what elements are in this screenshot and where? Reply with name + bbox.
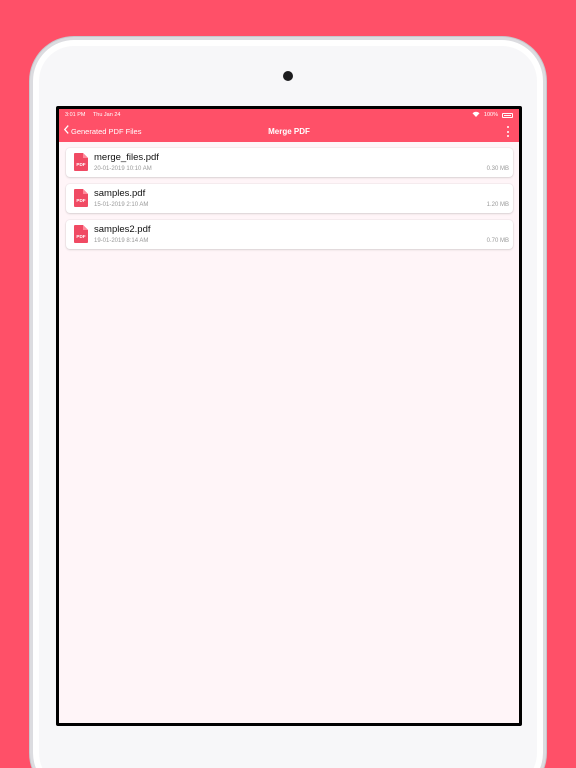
file-date: 15-01-2019 2:10 AM — [94, 202, 149, 208]
file-size: 0.70 MB — [486, 238, 509, 244]
front-camera — [283, 71, 293, 81]
more-vertical-icon[interactable] — [505, 126, 511, 137]
file-date: 19-01-2019 8:14 AM — [94, 238, 149, 244]
file-name: samples2.pdf — [94, 224, 151, 235]
svg-text:PDF: PDF — [76, 198, 85, 203]
battery-icon — [502, 112, 513, 118]
status-left: 3:01 PM Thu Jan 24 — [65, 112, 126, 118]
device-screen: 3:01 PM Thu Jan 24 100% Generated PDF Fi… — [56, 106, 522, 726]
file-size: 1.20 MB — [486, 202, 509, 208]
file-size: 0.30 MB — [486, 166, 509, 172]
list-item[interactable]: PDF samples2.pdf 19-01-2019 8:14 AM 0.70… — [66, 220, 513, 249]
status-time: 3:01 PM — [65, 112, 86, 118]
page-title: Merge PDF — [268, 127, 310, 136]
wifi-icon — [472, 111, 480, 119]
battery-percentage: 100% — [483, 112, 498, 118]
app-screen: 3:01 PM Thu Jan 24 100% Generated PDF Fi… — [59, 109, 519, 723]
status-right: 100% — [472, 111, 513, 119]
file-date: 20-01-2019 10:10 AM — [94, 166, 152, 172]
status-date: Thu Jan 24 — [92, 112, 121, 118]
navigation-bar: Generated PDF Files Merge PDF — [59, 121, 519, 142]
pdf-file-icon: PDF — [74, 153, 88, 171]
list-item[interactable]: PDF merge_files.pdf 20-01-2019 10:10 AM … — [66, 148, 513, 177]
pdf-file-icon: PDF — [74, 189, 88, 207]
file-name: samples.pdf — [94, 188, 146, 199]
file-name: merge_files.pdf — [94, 152, 159, 163]
svg-text:PDF: PDF — [76, 234, 85, 239]
pdf-file-icon: PDF — [74, 225, 88, 243]
file-list: PDF merge_files.pdf 20-01-2019 10:10 AM … — [59, 142, 519, 249]
svg-text:PDF: PDF — [76, 162, 85, 167]
status-bar: 3:01 PM Thu Jan 24 100% — [59, 109, 519, 121]
list-item[interactable]: PDF samples.pdf 15-01-2019 2:10 AM 1.20 … — [66, 184, 513, 213]
